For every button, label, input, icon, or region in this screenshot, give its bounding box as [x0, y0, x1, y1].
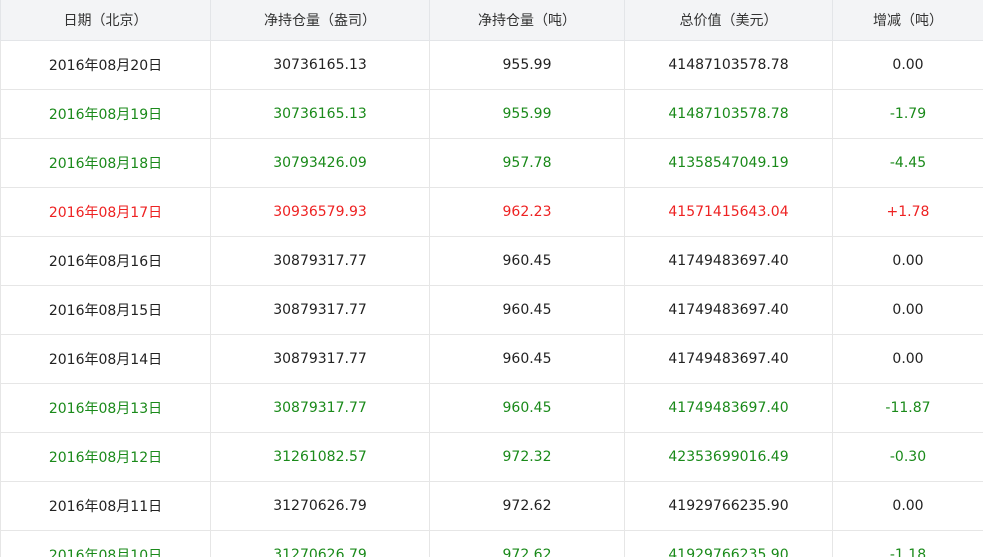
cell-net-holdings-oz: 31270626.79	[210, 481, 430, 531]
header-net-holdings-oz: 净持仓量（盎司）	[210, 0, 430, 41]
header-total-value-usd: 总价值（美元）	[624, 0, 833, 41]
cell-total-value-usd: 42353699016.49	[624, 432, 833, 482]
table-row: 2016年08月16日 30879317.77 960.45 41749483697.…	[0, 236, 983, 286]
cell-total-value-usd: 41749483697.40	[624, 383, 833, 433]
cell-date: 2016年08月13日	[0, 383, 211, 433]
cell-change-tonnes: +1.78	[832, 187, 983, 237]
cell-change-tonnes: -1.79	[832, 89, 983, 139]
cell-date: 2016年08月20日	[0, 40, 211, 90]
cell-change-tonnes: 0.00	[832, 481, 983, 531]
cell-date: 2016年08月19日	[0, 89, 211, 139]
cell-date: 2016年08月17日	[0, 187, 211, 237]
cell-net-holdings-tonnes: 972.62	[429, 530, 625, 557]
gold-holdings-table: 日期（北京） 净持仓量（盎司） 净持仓量（吨） 总价值（美元） 增减（吨） 20…	[0, 0, 983, 557]
table-row: 2016年08月17日 30936579.93 962.23 41571415643.…	[0, 187, 983, 237]
table-body: 2016年08月20日 30736165.13 955.99 41487103578.…	[0, 40, 983, 557]
cell-net-holdings-tonnes: 962.23	[429, 187, 625, 237]
cell-net-holdings-oz: 31261082.57	[210, 432, 430, 482]
cell-net-holdings-oz: 31270626.79	[210, 530, 430, 557]
cell-net-holdings-oz: 30879317.77	[210, 383, 430, 433]
cell-total-value-usd: 41571415643.04	[624, 187, 833, 237]
gold-holdings-table-container: 日期（北京） 净持仓量（盎司） 净持仓量（吨） 总价值（美元） 增减（吨） 20…	[0, 0, 983, 557]
cell-net-holdings-oz: 30879317.77	[210, 334, 430, 384]
table-row: 2016年08月19日 30736165.13 955.99 41487103578.…	[0, 89, 983, 139]
cell-change-tonnes: -4.45	[832, 138, 983, 188]
table-header: 日期（北京） 净持仓量（盎司） 净持仓量（吨） 总价值（美元） 增减（吨）	[0, 0, 983, 41]
table-row: 2016年08月13日 30879317.77 960.45 41749483697.…	[0, 383, 983, 433]
cell-net-holdings-oz: 30736165.13	[210, 40, 430, 90]
cell-net-holdings-oz: 30793426.09	[210, 138, 430, 188]
cell-total-value-usd: 41358547049.19	[624, 138, 833, 188]
table-row: 2016年08月20日 30736165.13 955.99 41487103578.…	[0, 40, 983, 90]
cell-change-tonnes: -0.30	[832, 432, 983, 482]
cell-change-tonnes: 0.00	[832, 334, 983, 384]
cell-total-value-usd: 41929766235.90	[624, 530, 833, 557]
cell-change-tonnes: 0.00	[832, 40, 983, 90]
cell-net-holdings-tonnes: 960.45	[429, 236, 625, 286]
cell-net-holdings-tonnes: 955.99	[429, 89, 625, 139]
table-row: 2016年08月18日 30793426.09 957.78 41358547049.…	[0, 138, 983, 188]
cell-net-holdings-tonnes: 960.45	[429, 383, 625, 433]
cell-total-value-usd: 41487103578.78	[624, 89, 833, 139]
cell-change-tonnes: -1.18	[832, 530, 983, 557]
cell-net-holdings-oz: 30736165.13	[210, 89, 430, 139]
cell-net-holdings-tonnes: 957.78	[429, 138, 625, 188]
cell-total-value-usd: 41749483697.40	[624, 334, 833, 384]
cell-net-holdings-tonnes: 955.99	[429, 40, 625, 90]
cell-total-value-usd: 41749483697.40	[624, 236, 833, 286]
table-row: 2016年08月15日 30879317.77 960.45 41749483697.…	[0, 285, 983, 335]
cell-date: 2016年08月12日	[0, 432, 211, 482]
cell-change-tonnes: -11.87	[832, 383, 983, 433]
cell-net-holdings-tonnes: 972.62	[429, 481, 625, 531]
cell-net-holdings-tonnes: 960.45	[429, 334, 625, 384]
cell-date: 2016年08月14日	[0, 334, 211, 384]
cell-net-holdings-tonnes: 972.32	[429, 432, 625, 482]
header-net-holdings-tonnes: 净持仓量（吨）	[429, 0, 625, 41]
cell-date: 2016年08月18日	[0, 138, 211, 188]
header-row: 日期（北京） 净持仓量（盎司） 净持仓量（吨） 总价值（美元） 增减（吨）	[0, 0, 983, 41]
cell-total-value-usd: 41487103578.78	[624, 40, 833, 90]
cell-date: 2016年08月10日	[0, 530, 211, 557]
cell-net-holdings-oz: 30879317.77	[210, 236, 430, 286]
header-change-tonnes: 增减（吨）	[832, 0, 983, 41]
cell-date: 2016年08月11日	[0, 481, 211, 531]
cell-net-holdings-oz: 30936579.93	[210, 187, 430, 237]
cell-total-value-usd: 41929766235.90	[624, 481, 833, 531]
header-date: 日期（北京）	[0, 0, 211, 41]
cell-date: 2016年08月15日	[0, 285, 211, 335]
table-row: 2016年08月14日 30879317.77 960.45 41749483697.…	[0, 334, 983, 384]
cell-change-tonnes: 0.00	[832, 285, 983, 335]
cell-total-value-usd: 41749483697.40	[624, 285, 833, 335]
cell-change-tonnes: 0.00	[832, 236, 983, 286]
cell-net-holdings-tonnes: 960.45	[429, 285, 625, 335]
cell-date: 2016年08月16日	[0, 236, 211, 286]
cell-net-holdings-oz: 30879317.77	[210, 285, 430, 335]
table-row: 2016年08月11日 31270626.79 972.62 41929766235.…	[0, 481, 983, 531]
table-row: 2016年08月12日 31261082.57 972.32 42353699016.…	[0, 432, 983, 482]
table-row: 2016年08月10日 31270626.79 972.62 41929766235.…	[0, 530, 983, 557]
